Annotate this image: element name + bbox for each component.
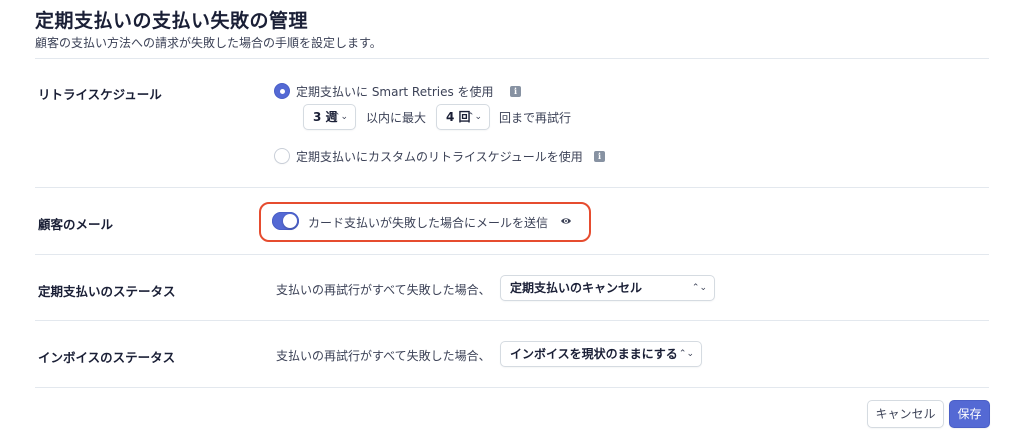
retry-period-select[interactable]: 3 週 ⌃⌄ xyxy=(304,105,355,129)
divider xyxy=(35,187,989,188)
invoice-status-select[interactable]: インボイスを現状のままにする ⌃⌄ xyxy=(501,342,701,366)
smart-retries-option-label[interactable]: 定期支払いに Smart Retries を使用 xyxy=(296,83,494,100)
retry-mid-text: 以内に最大 xyxy=(366,111,427,125)
smart-retries-radio[interactable] xyxy=(275,84,289,98)
toggle-knob xyxy=(283,214,297,228)
divider xyxy=(35,320,989,321)
custom-retries-radio[interactable] xyxy=(275,149,289,163)
invoice-status-value: インボイスを現状のままにする xyxy=(510,347,678,361)
invoice-condition-text: 支払いの再試行がすべて失敗した場合、 xyxy=(276,349,491,363)
info-icon[interactable]: i xyxy=(594,151,605,162)
divider xyxy=(35,387,989,388)
subscription-status-select[interactable]: 定期支払いのキャンセル ⌃⌄ xyxy=(501,276,714,300)
page-title: 定期支払いの支払い失敗の管理 xyxy=(35,10,309,32)
cancel-button[interactable]: キャンセル xyxy=(868,401,943,427)
retry-schedule-label: リトライスケジュール xyxy=(38,87,162,102)
chevron-up-down-icon: ⌃⌄ xyxy=(691,283,707,293)
invoice-status-label: インボイスのステータス xyxy=(38,350,176,365)
retry-count-select[interactable]: 4 回 ⌃⌄ xyxy=(437,105,489,129)
chevron-up-down-icon: ⌃⌄ xyxy=(678,349,694,359)
customer-email-label: 顧客のメール xyxy=(38,217,114,232)
page-subtitle: 顧客の支払い方法への請求が失敗した場合の手順を設定します。 xyxy=(35,36,382,50)
chevron-up-down-icon: ⌃⌄ xyxy=(466,112,482,122)
subscription-status-value: 定期支払いのキャンセル xyxy=(510,281,643,295)
email-toggle[interactable] xyxy=(272,212,299,230)
divider xyxy=(35,58,989,59)
custom-retries-option-label[interactable]: 定期支払いにカスタムのリトライスケジュールを使用 xyxy=(296,148,583,165)
subscription-condition-text: 支払いの再試行がすべて失敗した場合、 xyxy=(276,283,491,297)
subscription-status-label: 定期支払いのステータス xyxy=(38,284,176,299)
eye-icon[interactable] xyxy=(560,215,572,227)
email-toggle-label: カード支払いが失敗した場合にメールを送信 xyxy=(308,216,549,230)
info-icon[interactable]: i xyxy=(510,86,521,97)
divider xyxy=(35,254,989,255)
chevron-up-down-icon: ⌃⌄ xyxy=(332,112,348,122)
save-button[interactable]: 保存 xyxy=(950,401,989,427)
retry-suffix-text: 回まで再試行 xyxy=(499,111,572,125)
